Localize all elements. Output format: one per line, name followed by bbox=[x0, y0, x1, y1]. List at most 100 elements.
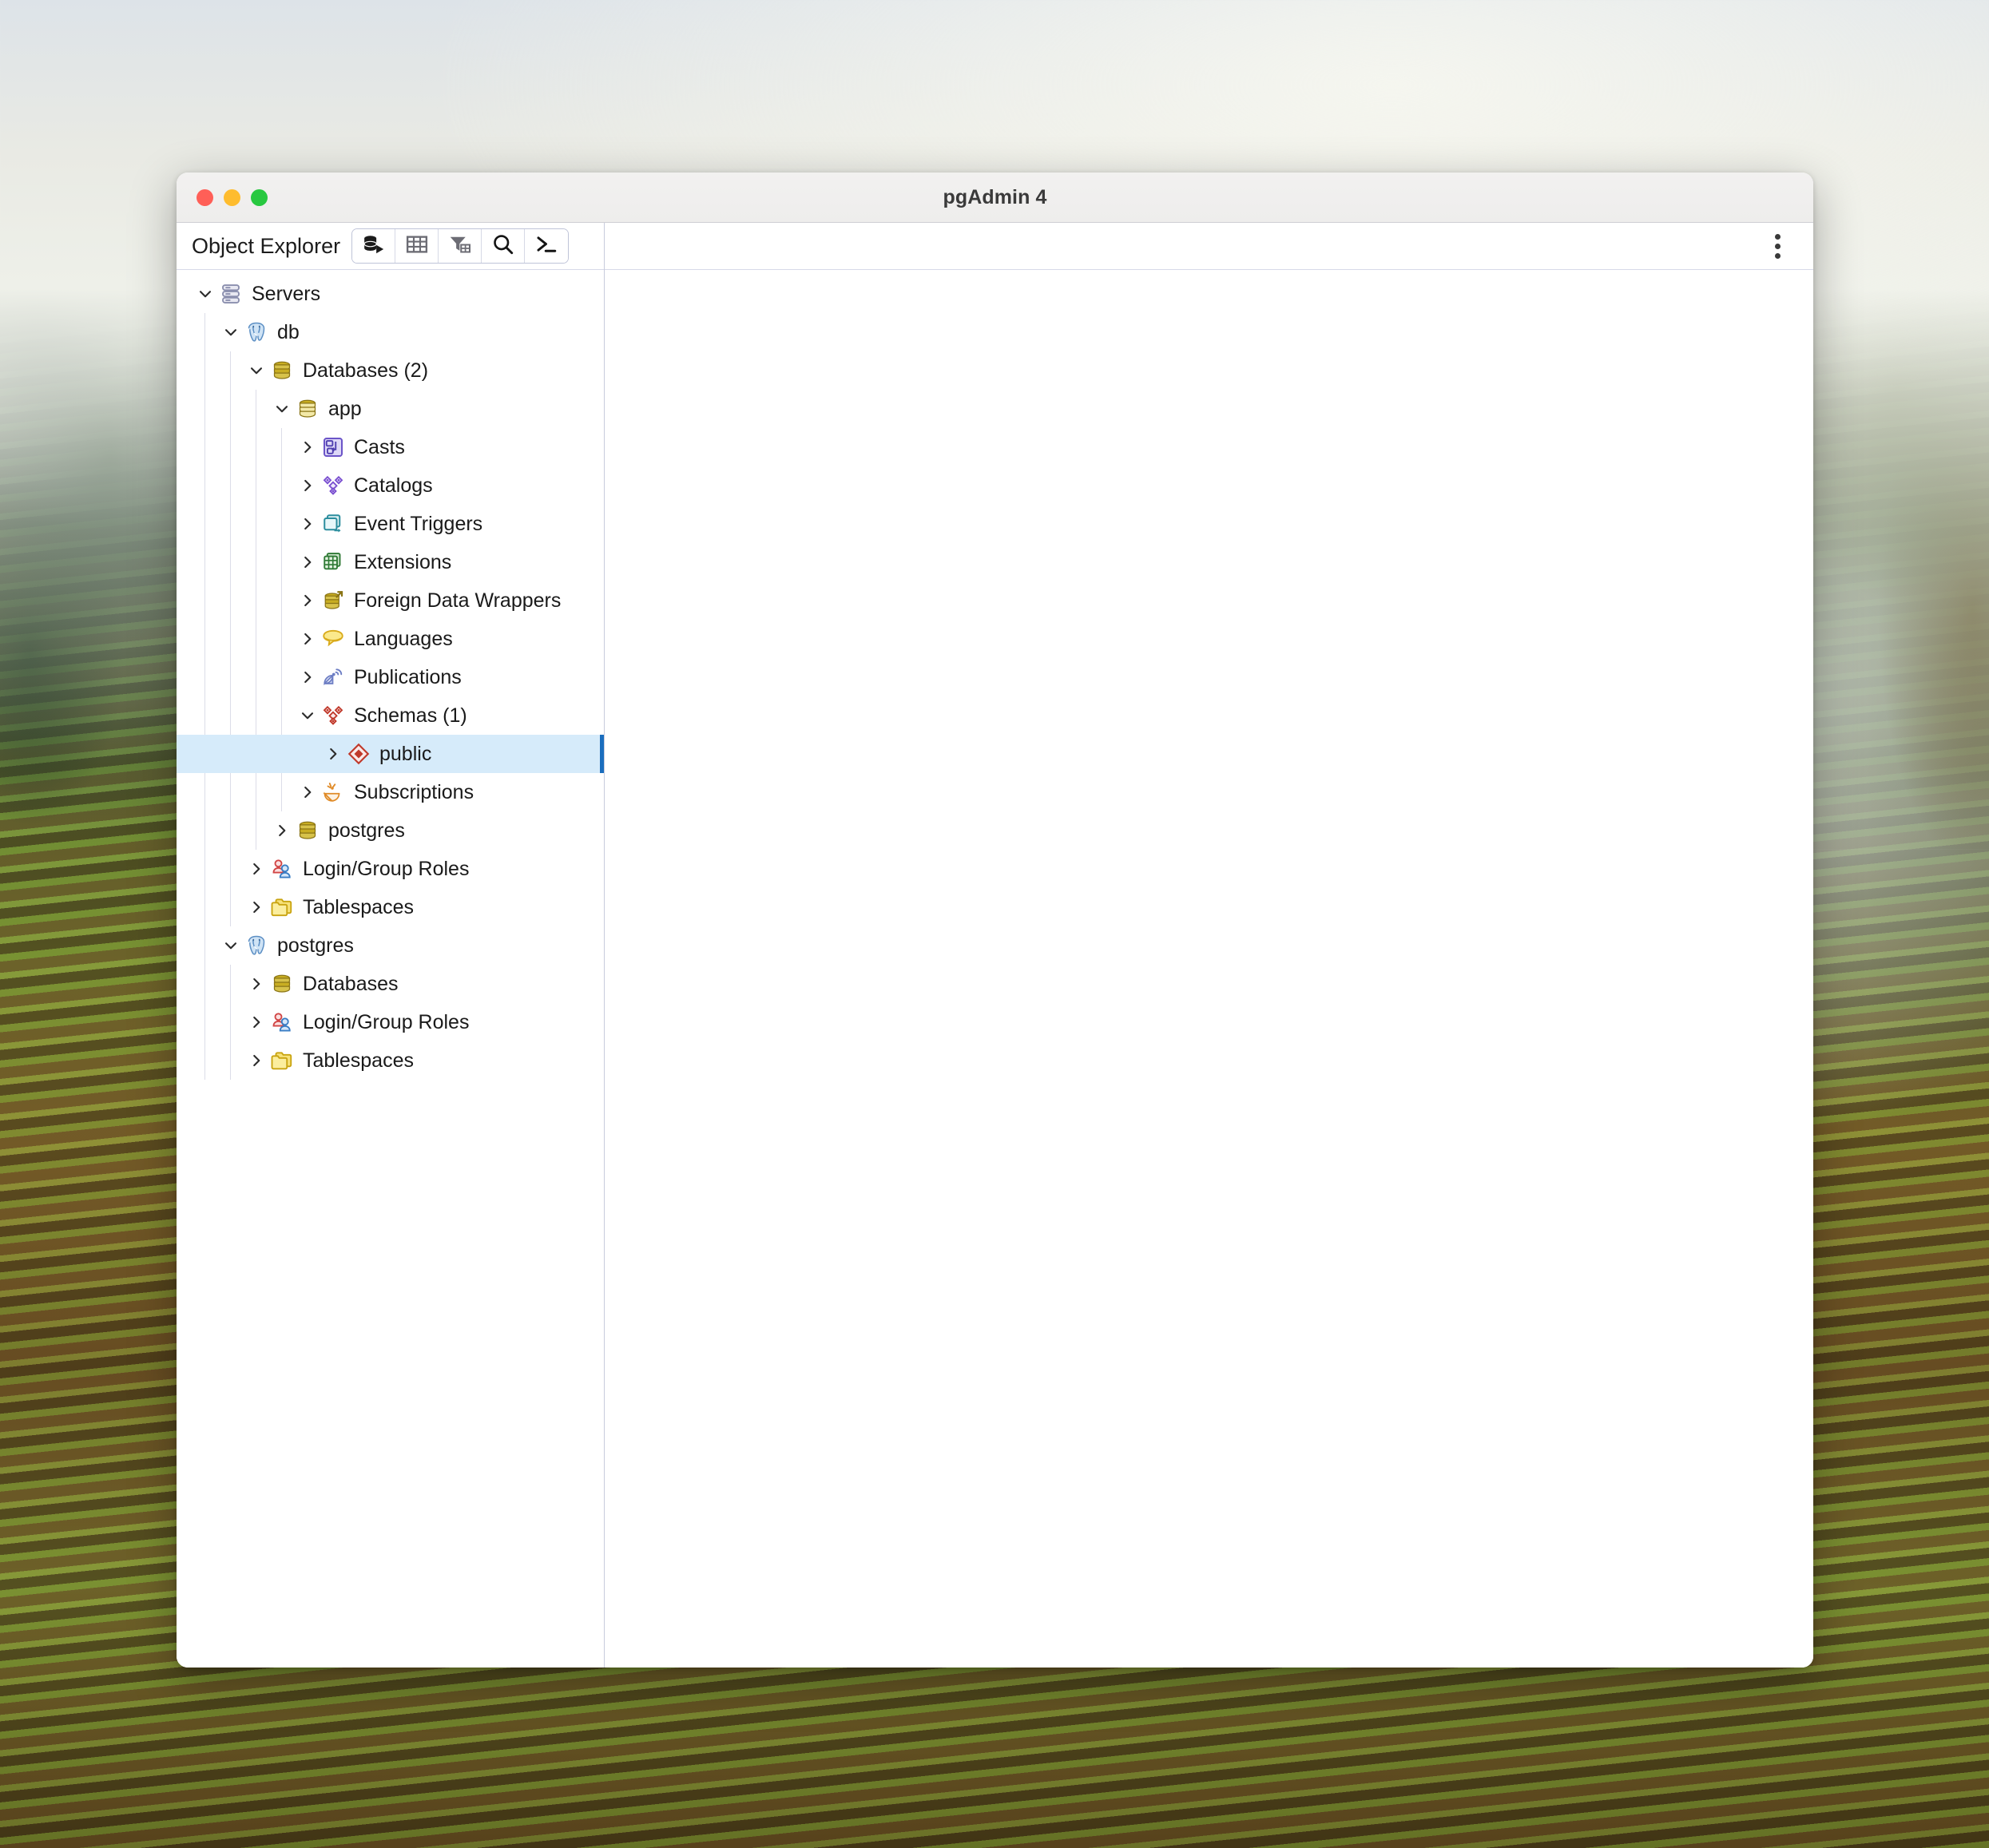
chevron-down-icon[interactable] bbox=[192, 285, 219, 303]
chevron-down-icon[interactable] bbox=[268, 400, 296, 418]
tree-item-extensions[interactable]: Extensions bbox=[177, 543, 604, 581]
tree-item-label: Databases bbox=[303, 972, 399, 995]
chevron-down-icon[interactable] bbox=[243, 362, 270, 379]
tree-item-casts[interactable]: Casts bbox=[177, 428, 604, 466]
tree-item-login-group-roles[interactable]: Login/Group Roles bbox=[177, 1003, 604, 1041]
view-data-button[interactable] bbox=[395, 229, 439, 263]
window-title: pgAdmin 4 bbox=[943, 185, 1047, 208]
tree-item-label: Catalogs bbox=[354, 474, 433, 497]
tree-item-label: Event Triggers bbox=[354, 512, 483, 535]
tree-item-databases[interactable]: Databases bbox=[177, 965, 604, 1003]
pgadmin-window: pgAdmin 4 Object Explorer Servers db Dat… bbox=[177, 173, 1813, 1668]
database-connect-icon bbox=[362, 232, 386, 260]
chevron-right-icon[interactable] bbox=[294, 668, 321, 686]
chevron-right-icon[interactable] bbox=[243, 898, 270, 916]
terminal-icon bbox=[534, 232, 558, 260]
chevron-right-icon[interactable] bbox=[294, 553, 321, 571]
tree-item-publications[interactable]: Publications bbox=[177, 658, 604, 696]
main-panel-toolbar bbox=[605, 223, 1813, 270]
chevron-right-icon[interactable] bbox=[294, 592, 321, 609]
chevron-right-icon[interactable] bbox=[243, 1013, 270, 1031]
subscriptions-icon bbox=[321, 780, 345, 804]
tree-item-label: Tablespaces bbox=[303, 895, 414, 918]
tree-item-label: Foreign Data Wrappers bbox=[354, 589, 562, 612]
chevron-right-icon[interactable] bbox=[294, 515, 321, 533]
tree-item-label: db bbox=[277, 320, 300, 343]
event-triggers-icon bbox=[321, 512, 345, 536]
tree-item-schemas-1[interactable]: Schemas (1) bbox=[177, 696, 604, 735]
tree-item-label: public bbox=[379, 742, 432, 765]
tree-item-foreign-data-wrappers[interactable]: Foreign Data Wrappers bbox=[177, 581, 604, 620]
object-explorer-toolbar bbox=[351, 228, 570, 264]
minimize-button[interactable] bbox=[224, 188, 240, 206]
foreign-data-wrappers-icon bbox=[321, 589, 345, 613]
tree-item-catalogs[interactable]: Catalogs bbox=[177, 466, 604, 505]
tree-item-label: Publications bbox=[354, 665, 462, 688]
tree-item-label: Login/Group Roles bbox=[303, 1010, 470, 1033]
chevron-right-icon[interactable] bbox=[294, 477, 321, 494]
casts-icon bbox=[321, 435, 345, 459]
chevron-down-icon[interactable] bbox=[294, 707, 321, 724]
chevron-right-icon[interactable] bbox=[294, 438, 321, 456]
tablespaces-icon bbox=[270, 1049, 294, 1073]
databases-icon bbox=[270, 972, 294, 996]
tree-item-databases-2[interactable]: Databases (2) bbox=[177, 351, 604, 390]
close-button[interactable] bbox=[197, 188, 213, 206]
chevron-down-icon[interactable] bbox=[217, 323, 244, 341]
schemas-icon bbox=[321, 704, 345, 728]
chevron-right-icon[interactable] bbox=[243, 860, 270, 878]
servers-icon bbox=[219, 282, 243, 306]
window-controls bbox=[177, 188, 268, 206]
roles-icon bbox=[270, 857, 294, 881]
tree-item-label: Casts bbox=[354, 435, 405, 458]
search-objects-button[interactable] bbox=[482, 229, 526, 263]
catalogs-icon bbox=[321, 474, 345, 498]
tablespaces-icon bbox=[270, 895, 294, 919]
tree-item-servers[interactable]: Servers bbox=[177, 275, 604, 313]
tree-item-label: Databases (2) bbox=[303, 359, 429, 382]
tree-item-tablespaces[interactable]: Tablespaces bbox=[177, 888, 604, 926]
maximize-button[interactable] bbox=[251, 188, 268, 206]
psql-tool-button[interactable] bbox=[525, 229, 569, 263]
object-explorer-panel: Object Explorer Servers db Databases (2)… bbox=[177, 223, 605, 1668]
languages-icon bbox=[321, 627, 345, 651]
filtered-rows-button[interactable] bbox=[439, 229, 482, 263]
main-content-panel bbox=[605, 223, 1813, 1668]
window-titlebar: pgAdmin 4 bbox=[177, 173, 1813, 223]
schema-icon bbox=[347, 742, 371, 766]
tree-item-postgres[interactable]: postgres bbox=[177, 811, 604, 850]
tree-item-label: Schemas (1) bbox=[354, 704, 467, 727]
tree-item-label: Languages bbox=[354, 627, 453, 650]
postgres-icon bbox=[244, 934, 268, 958]
tree-item-login-group-roles[interactable]: Login/Group Roles bbox=[177, 850, 604, 888]
tree-item-tablespaces[interactable]: Tablespaces bbox=[177, 1041, 604, 1080]
object-explorer-tree[interactable]: Servers db Databases (2) app Casts Catalogs Ev… bbox=[177, 270, 604, 1668]
tree-item-subscriptions[interactable]: Subscriptions bbox=[177, 773, 604, 811]
tree-item-public[interactable]: public bbox=[177, 735, 604, 773]
object-explorer-title: Object Explorer bbox=[192, 233, 341, 258]
tree-item-label: postgres bbox=[328, 819, 405, 842]
extensions-icon bbox=[321, 550, 345, 574]
tree-item-label: Extensions bbox=[354, 550, 452, 573]
publications-icon bbox=[321, 665, 345, 689]
tree-item-postgres[interactable]: postgres bbox=[177, 926, 604, 965]
filter-table-icon bbox=[448, 232, 472, 260]
tree-item-label: Servers bbox=[252, 282, 321, 305]
chevron-down-icon[interactable] bbox=[217, 937, 244, 954]
chevron-right-icon[interactable] bbox=[320, 745, 347, 763]
add-new-server-button[interactable] bbox=[352, 229, 396, 263]
chevron-right-icon[interactable] bbox=[243, 1052, 270, 1069]
kebab-menu-icon[interactable] bbox=[1759, 228, 1796, 264]
roles-icon bbox=[270, 1010, 294, 1034]
chevron-right-icon[interactable] bbox=[294, 630, 321, 648]
tree-item-event-triggers[interactable]: Event Triggers bbox=[177, 505, 604, 543]
chevron-right-icon[interactable] bbox=[243, 975, 270, 993]
tree-item-label: Subscriptions bbox=[354, 780, 474, 803]
tree-item-app[interactable]: app bbox=[177, 390, 604, 428]
tree-item-label: postgres bbox=[277, 934, 354, 957]
tree-item-db[interactable]: db bbox=[177, 313, 604, 351]
chevron-right-icon[interactable] bbox=[294, 783, 321, 801]
database-open-icon bbox=[296, 397, 320, 421]
tree-item-languages[interactable]: Languages bbox=[177, 620, 604, 658]
chevron-right-icon[interactable] bbox=[268, 822, 296, 839]
